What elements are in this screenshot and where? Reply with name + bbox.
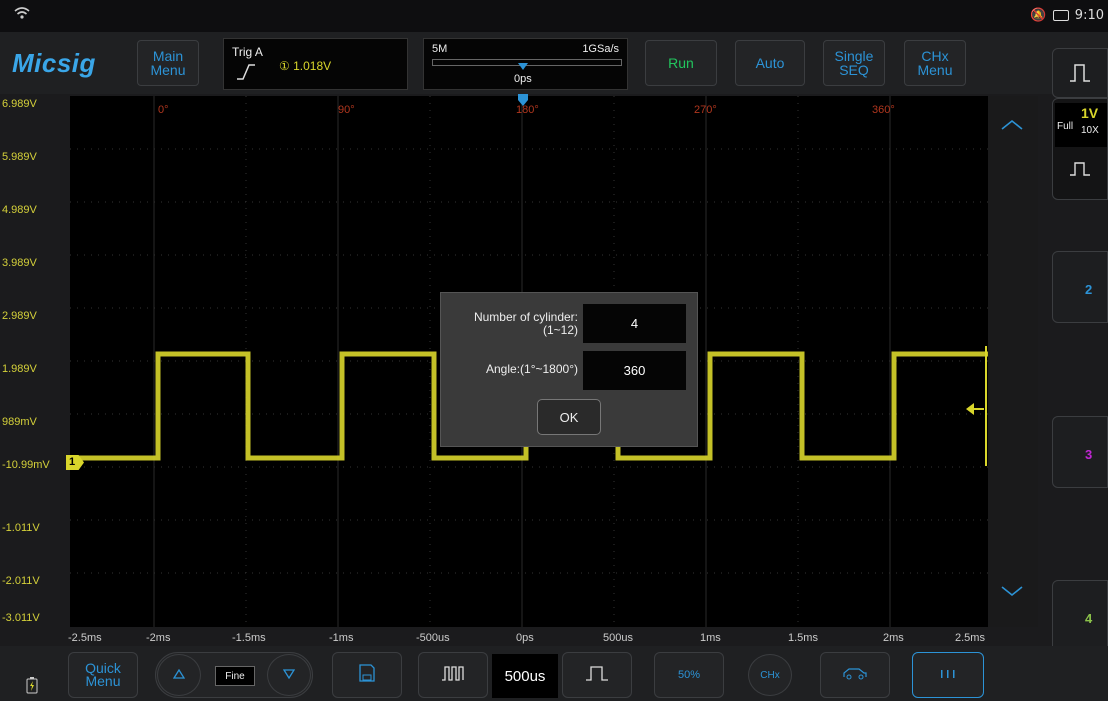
- mute-icon: 🔕: [1030, 8, 1047, 23]
- timebase-info[interactable]: 5M 1GSa/s 0ps: [423, 38, 628, 90]
- triangle-down-icon: [282, 666, 296, 684]
- zoom-out-timebase-button[interactable]: [418, 652, 488, 698]
- bars-icon: [940, 666, 956, 684]
- battery-charging-icon: [26, 676, 38, 699]
- main-menu-button[interactable]: Main Menu: [137, 40, 199, 86]
- battery-icon: [1052, 10, 1069, 21]
- x-label: -1ms: [329, 632, 354, 644]
- memory-depth: 5M: [432, 43, 448, 55]
- brand-logo: Micsig: [12, 48, 96, 78]
- auto-button[interactable]: Auto: [735, 40, 805, 86]
- dc-coupling-icon: [1069, 161, 1091, 182]
- wide-wave-icon: [585, 665, 609, 686]
- ch4-label: 4: [1085, 611, 1093, 626]
- trigger-position: 0ps: [514, 73, 532, 85]
- cylinder-input[interactable]: 4: [583, 304, 686, 343]
- x-label: 1ms: [700, 632, 721, 644]
- phase-label: 90°: [338, 104, 355, 116]
- y-label: -10.99mV: [2, 459, 50, 471]
- save-icon: [359, 663, 375, 687]
- phase-label: 180°: [516, 104, 539, 116]
- angle-input[interactable]: 360: [583, 351, 686, 390]
- angle-label: Angle:(1°~1800°): [486, 362, 578, 376]
- y-label: 2.989V: [2, 310, 37, 322]
- square-wave-icon: [1069, 63, 1091, 88]
- adjust-up-button[interactable]: [157, 654, 201, 696]
- phase-label: 270°: [694, 104, 717, 116]
- chevron-up-icon[interactable]: [1000, 118, 1024, 136]
- fine-toggle[interactable]: Fine: [215, 666, 255, 686]
- status-right: 🔕 9:10: [1030, 8, 1104, 23]
- x-label: 2ms: [883, 632, 904, 644]
- clock: 9:10: [1074, 8, 1104, 23]
- chx-button[interactable]: CHx: [748, 654, 792, 696]
- y-label: -1.011V: [2, 522, 40, 534]
- ch3-label: 3: [1085, 447, 1093, 462]
- y-label: 989mV: [2, 416, 37, 428]
- x-label: 1.5ms: [788, 632, 818, 644]
- x-label: 500us: [603, 632, 633, 644]
- fifty-percent-button[interactable]: 50%: [654, 652, 724, 698]
- zoom-in-timebase-button[interactable]: [562, 652, 632, 698]
- phase-label: 360°: [872, 104, 895, 116]
- trigger-info[interactable]: Trig A ① 1.018V: [223, 38, 408, 90]
- y-label: -3.011V: [2, 612, 40, 624]
- y-label: 1.989V: [2, 363, 37, 375]
- channel-2-button[interactable]: 2: [1052, 251, 1108, 323]
- triangle-up-icon: [172, 666, 186, 684]
- x-label: -2.5ms: [68, 632, 102, 644]
- rising-edge-icon: [236, 63, 256, 86]
- y-label: 5.989V: [2, 151, 37, 163]
- signal-type-button[interactable]: [1052, 48, 1108, 98]
- y-label: 3.989V: [2, 257, 37, 269]
- channel-4-button[interactable]: 4: [1052, 580, 1108, 652]
- chx-menu-button[interactable]: CHx Menu: [904, 40, 966, 86]
- car-icon: [842, 666, 868, 685]
- x-label: -1.5ms: [232, 632, 266, 644]
- adjust-down-button[interactable]: [267, 654, 311, 696]
- wifi-icon: [14, 6, 30, 23]
- ch1-probe: 10X: [1081, 125, 1099, 136]
- channel-3-button[interactable]: 3: [1052, 416, 1108, 488]
- channel-1-button[interactable]: 1V Full 10X: [1052, 98, 1108, 200]
- phase-label: 0°: [158, 104, 169, 116]
- x-label: 0ps: [516, 632, 534, 644]
- menu-toggle-button[interactable]: [912, 652, 984, 698]
- ok-button[interactable]: OK: [537, 399, 601, 435]
- auto-diagnosis-button[interactable]: [820, 652, 890, 698]
- run-button[interactable]: Run: [645, 40, 717, 86]
- ch1-scale: 1V: [1081, 105, 1099, 121]
- timebase-value: 500us: [492, 654, 558, 698]
- save-button[interactable]: [332, 652, 402, 698]
- channel-scroll-panel[interactable]: [988, 96, 1038, 627]
- y-label: 6.989V: [2, 98, 37, 110]
- x-label: 2.5ms: [955, 632, 985, 644]
- chevron-down-icon[interactable]: [1000, 584, 1024, 602]
- ch2-label: 2: [1085, 282, 1093, 297]
- x-label: -500us: [416, 632, 450, 644]
- trig-label: Trig A: [232, 45, 263, 59]
- dense-wave-icon: [441, 665, 465, 686]
- sample-rate: 1GSa/s: [582, 43, 619, 55]
- cylinder-settings-dialog: Number of cylinder: (1~12) 4 Angle:(1°~1…: [440, 292, 698, 447]
- quick-menu-button[interactable]: Quick Menu: [68, 652, 138, 698]
- x-label: -2ms: [146, 632, 171, 644]
- trigger-level-marker-icon[interactable]: [966, 402, 986, 421]
- ch1-bandwidth: Full: [1057, 121, 1074, 132]
- status-bar: 🔕 9:10: [0, 0, 1108, 32]
- cylinder-label: Number of cylinder: (1~12): [473, 310, 578, 337]
- trig-level: ① 1.018V: [279, 59, 332, 73]
- single-seq-button[interactable]: Single SEQ: [823, 40, 885, 86]
- y-label: -2.011V: [2, 575, 40, 587]
- y-label: 4.989V: [2, 204, 37, 216]
